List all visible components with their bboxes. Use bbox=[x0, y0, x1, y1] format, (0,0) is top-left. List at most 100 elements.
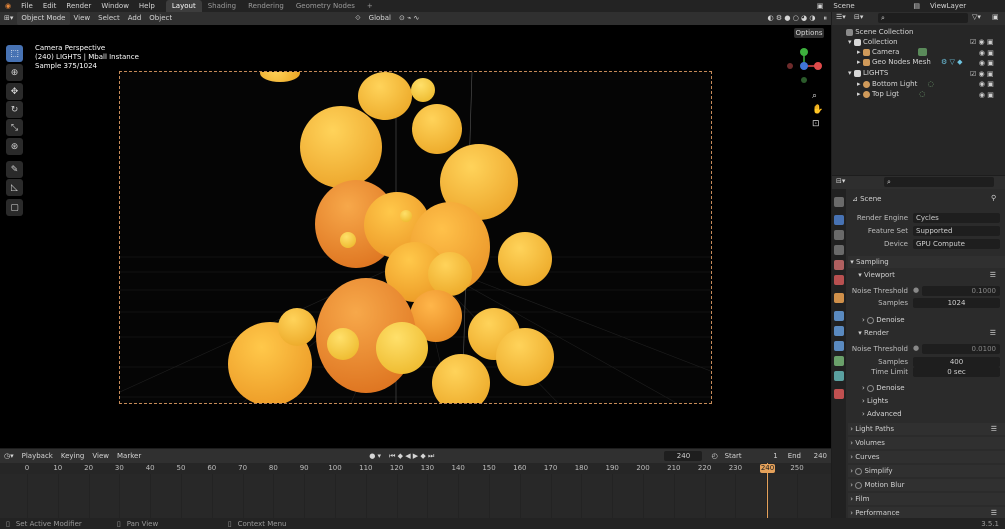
tab-layout[interactable]: Layout bbox=[165, 0, 202, 12]
scale-icon[interactable]: ⤡ bbox=[6, 119, 23, 136]
render-tab-icon[interactable] bbox=[834, 215, 844, 225]
menu-render[interactable]: Render bbox=[61, 0, 96, 12]
device-dropdown[interactable]: GPU Compute bbox=[913, 239, 1000, 249]
properties-search-input[interactable]: ⌕ bbox=[884, 177, 994, 187]
record-icon[interactable]: ● ▾ bbox=[365, 452, 385, 460]
list-icon[interactable]: ☰ bbox=[990, 269, 996, 281]
material-tab-icon[interactable] bbox=[834, 389, 844, 399]
light-paths-panel[interactable]: › Light Paths ☰ bbox=[848, 423, 1005, 435]
film-panel[interactable]: › Film bbox=[848, 493, 1005, 505]
tab-rendering[interactable]: Rendering bbox=[242, 0, 290, 12]
select-box-icon[interactable]: ⬚ bbox=[6, 45, 23, 62]
menu-playback[interactable]: Playback bbox=[18, 452, 57, 460]
modifiers-tab-icon[interactable] bbox=[834, 311, 844, 321]
outliner-item[interactable]: Scene Collection bbox=[846, 27, 913, 37]
vp-denoise-subpanel[interactable]: › Denoise bbox=[862, 315, 905, 325]
lights-subpanel[interactable]: › Lights bbox=[862, 396, 888, 406]
properties-editor-icon[interactable]: ⊟▾ bbox=[836, 177, 845, 185]
scene-tab-icon[interactable] bbox=[834, 260, 844, 270]
visibility-toggles[interactable]: ☑ ◉ ▣ ◉ ▣ ◉ ▣ ☑ ◉ ▣ ◉ ▣ ◉ ▣ bbox=[970, 37, 994, 100]
camera-view-icon[interactable]: ⊡ bbox=[812, 117, 823, 131]
r-noise-field[interactable]: 0.0100 bbox=[922, 344, 1000, 354]
filter-icon[interactable]: ▽▾ bbox=[972, 13, 981, 21]
pin-icon[interactable]: ⚲ bbox=[991, 194, 996, 202]
curves-panel[interactable]: › Curves bbox=[848, 451, 1005, 463]
overlay-icons[interactable]: ◐ ⚙ ● ○ ◕ ◑ bbox=[764, 12, 820, 25]
outliner-item[interactable]: ▸ Geo Nodes Mesh ⚙ ▽ ◆ bbox=[857, 57, 963, 67]
viewlayer-name[interactable]: ViewLayer bbox=[925, 0, 1005, 12]
end-frame-field[interactable]: 240 bbox=[801, 451, 831, 461]
move-icon[interactable]: ✥ bbox=[6, 83, 23, 100]
time-limit-field[interactable]: 0 sec bbox=[913, 367, 1000, 377]
options-button[interactable]: Options bbox=[794, 28, 824, 38]
particles-tab-icon[interactable] bbox=[834, 326, 844, 336]
menu-marker[interactable]: Marker bbox=[113, 452, 145, 460]
menu-select[interactable]: Select bbox=[94, 12, 124, 25]
list-icon[interactable]: ☰ bbox=[991, 507, 997, 519]
pivot-icon[interactable]: ⊙ ⌁ ∿ bbox=[395, 12, 423, 25]
zoom-icon[interactable]: ⌕ bbox=[812, 89, 823, 103]
outliner-item[interactable]: ▸ Top Ligt ◌ bbox=[857, 89, 925, 99]
menu-keying[interactable]: Keying bbox=[57, 452, 89, 460]
transform-icon[interactable]: ⊛ bbox=[6, 138, 23, 155]
performance-panel[interactable]: › Performance ☰ bbox=[848, 507, 1005, 518]
menu-window[interactable]: Window bbox=[96, 0, 134, 12]
advanced-subpanel[interactable]: › Advanced bbox=[862, 409, 902, 419]
constraints-tab-icon[interactable] bbox=[834, 356, 844, 366]
simplify-panel[interactable]: › Simplify bbox=[848, 465, 1005, 477]
object-tab-icon[interactable] bbox=[834, 293, 844, 303]
r-noise-checkbox[interactable]: ● bbox=[913, 344, 919, 352]
r-samples-field[interactable]: 400 bbox=[913, 357, 1000, 367]
start-frame-field[interactable]: 1 bbox=[742, 451, 782, 461]
view-layer-tab-icon[interactable] bbox=[834, 245, 844, 255]
sampling-panel[interactable]: ▾ Sampling bbox=[848, 256, 1005, 268]
menu-view[interactable]: View bbox=[70, 12, 95, 25]
menu-edit[interactable]: Edit bbox=[38, 0, 62, 12]
measure-icon[interactable]: ◺ bbox=[6, 179, 23, 196]
new-collection-icon[interactable]: ▣ bbox=[992, 13, 999, 21]
menu-view-timeline[interactable]: View bbox=[88, 452, 113, 460]
tab-geometry-nodes[interactable]: Geometry Nodes bbox=[290, 0, 361, 12]
denoise-checkbox[interactable] bbox=[867, 384, 875, 392]
menu-object[interactable]: Object bbox=[145, 12, 176, 25]
menu-file[interactable]: File bbox=[16, 0, 38, 12]
simplify-checkbox[interactable] bbox=[855, 467, 863, 475]
volumes-panel[interactable]: › Volumes bbox=[848, 437, 1005, 449]
menu-help[interactable]: Help bbox=[134, 0, 160, 12]
current-frame-field[interactable]: 240 bbox=[664, 451, 703, 461]
outliner-item[interactable]: ▾ Collection bbox=[848, 37, 898, 47]
data-tab-icon[interactable] bbox=[834, 371, 844, 381]
timeline-ruler[interactable]: 0 10 20 30 40 50 60 70 80 90 100 110 120 130 140 150 160… bbox=[0, 463, 831, 474]
viewport-shading-icon[interactable]: ⏸ bbox=[820, 12, 832, 25]
timeline-editor-icon[interactable]: ◷▾ bbox=[0, 452, 18, 460]
add-workspace-button[interactable]: + bbox=[361, 0, 379, 12]
scene-name[interactable]: Scene bbox=[828, 0, 908, 12]
motion-blur-panel[interactable]: › Motion Blur bbox=[848, 479, 1005, 491]
playback-controls[interactable]: ⏮ ◆ ◀ ▶ ◆ ⏭ bbox=[385, 452, 438, 461]
list-icon[interactable]: ☰ bbox=[990, 327, 996, 339]
hand-icon[interactable]: ✋ bbox=[812, 103, 823, 117]
output-tab-icon[interactable] bbox=[834, 230, 844, 240]
menu-add[interactable]: Add bbox=[124, 12, 146, 25]
outliner-item[interactable]: ▸ Bottom Light ◌ bbox=[857, 79, 934, 89]
outliner-item[interactable]: ▸ Camera bbox=[857, 47, 927, 57]
tab-shading[interactable]: Shading bbox=[202, 0, 242, 12]
world-tab-icon[interactable] bbox=[834, 275, 844, 285]
vp-noise-field[interactable]: 0.1000 bbox=[922, 286, 1000, 296]
motion-blur-checkbox[interactable] bbox=[855, 481, 863, 489]
add-cube-icon[interactable]: ▢ bbox=[6, 199, 23, 216]
object-mode-dropdown[interactable]: Object Mode bbox=[17, 12, 70, 25]
cursor-icon[interactable]: ⊕ bbox=[6, 64, 23, 81]
feature-set-dropdown[interactable]: Supported bbox=[913, 226, 1000, 236]
viewport-subpanel[interactable]: ▾ Viewport ☰ bbox=[856, 269, 1002, 281]
navigation-gizmo[interactable] bbox=[785, 47, 823, 85]
list-icon[interactable]: ☰ bbox=[991, 423, 997, 435]
transform-orientation-dropdown[interactable]: Global bbox=[365, 12, 395, 25]
display-mode-icon[interactable]: ⊟▾ bbox=[854, 13, 863, 21]
editor-type-icon[interactable]: ⊞▾ bbox=[0, 12, 17, 25]
r-denoise-subpanel[interactable]: › Denoise bbox=[862, 383, 905, 393]
render-engine-dropdown[interactable]: Cycles bbox=[913, 213, 1000, 223]
annotate-icon[interactable]: ✎ bbox=[6, 161, 23, 178]
physics-tab-icon[interactable] bbox=[834, 341, 844, 351]
vp-samples-field[interactable]: 1024 bbox=[913, 298, 1000, 308]
